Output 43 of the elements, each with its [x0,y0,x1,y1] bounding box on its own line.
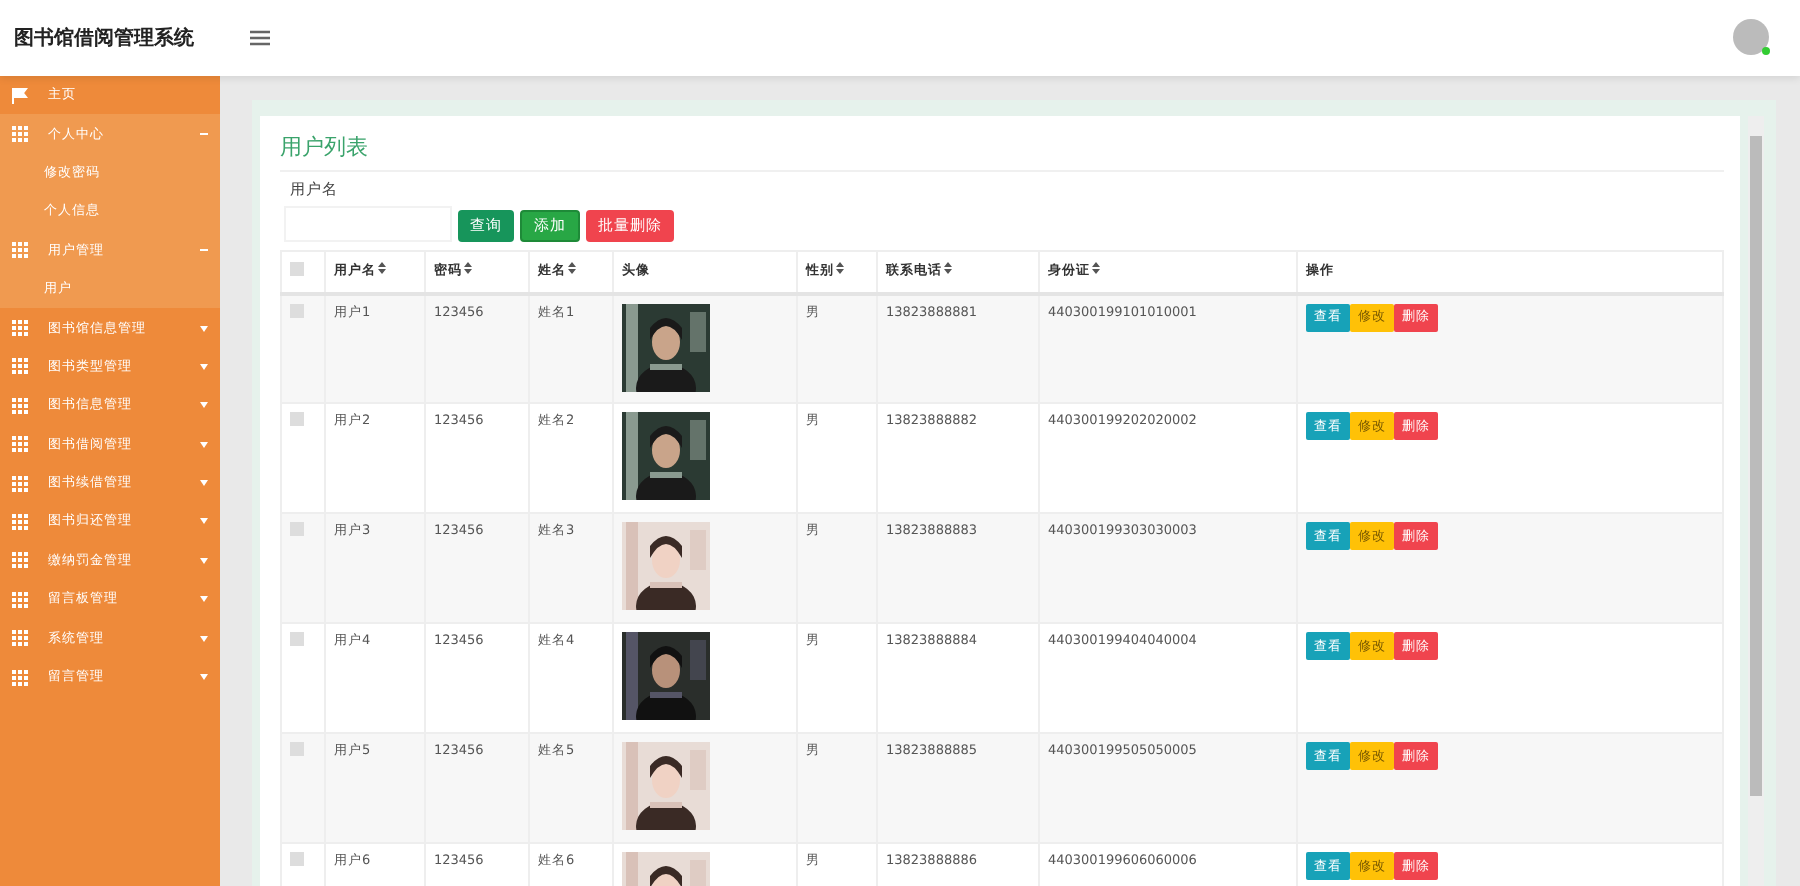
caret-icon [200,518,208,525]
select-all-checkbox[interactable] [290,262,304,277]
caret-icon [200,557,208,564]
row-checkbox[interactable] [290,522,304,536]
row-checkbox[interactable] [290,303,304,317]
sort-icon[interactable] [836,262,844,275]
caret-icon [200,441,208,448]
app-title: 图书馆借阅管理系统 [14,25,196,52]
panel-title: 用户列表 [280,132,1724,172]
caret-icon [200,402,208,409]
flag-icon [12,87,28,104]
grid-icon [12,126,28,143]
sort-icon[interactable] [568,262,576,275]
grid-icon [12,513,28,530]
caret-icon [200,480,208,487]
collapse-icon [200,247,208,254]
row-checkbox[interactable] [290,852,304,866]
row-checkbox[interactable] [290,632,304,646]
row-checkbox[interactable] [290,742,304,756]
menu-icon[interactable] [250,30,270,46]
sort-icon[interactable] [944,262,952,275]
user-avatar-icon[interactable] [1732,18,1772,58]
grid-icon [12,552,28,569]
scrollbar[interactable] [1748,116,1764,886]
caret-icon [200,325,208,332]
grid-icon [12,320,28,337]
caret-icon [200,674,208,681]
grid-icon [12,242,28,259]
caret-icon [200,635,208,642]
grid-icon [12,669,28,686]
grid-icon [12,475,28,492]
sort-icon[interactable] [464,262,472,275]
row-checkbox[interactable] [290,412,304,426]
caret-icon [200,363,208,370]
sort-icon[interactable] [1092,262,1100,275]
grid-icon [12,397,28,414]
sort-icon[interactable] [378,262,386,275]
grid-icon [12,436,28,453]
caret-icon [200,596,208,603]
grid-icon [12,591,28,608]
collapse-icon [200,131,208,138]
grid-icon [12,630,28,647]
grid-icon [12,358,28,375]
